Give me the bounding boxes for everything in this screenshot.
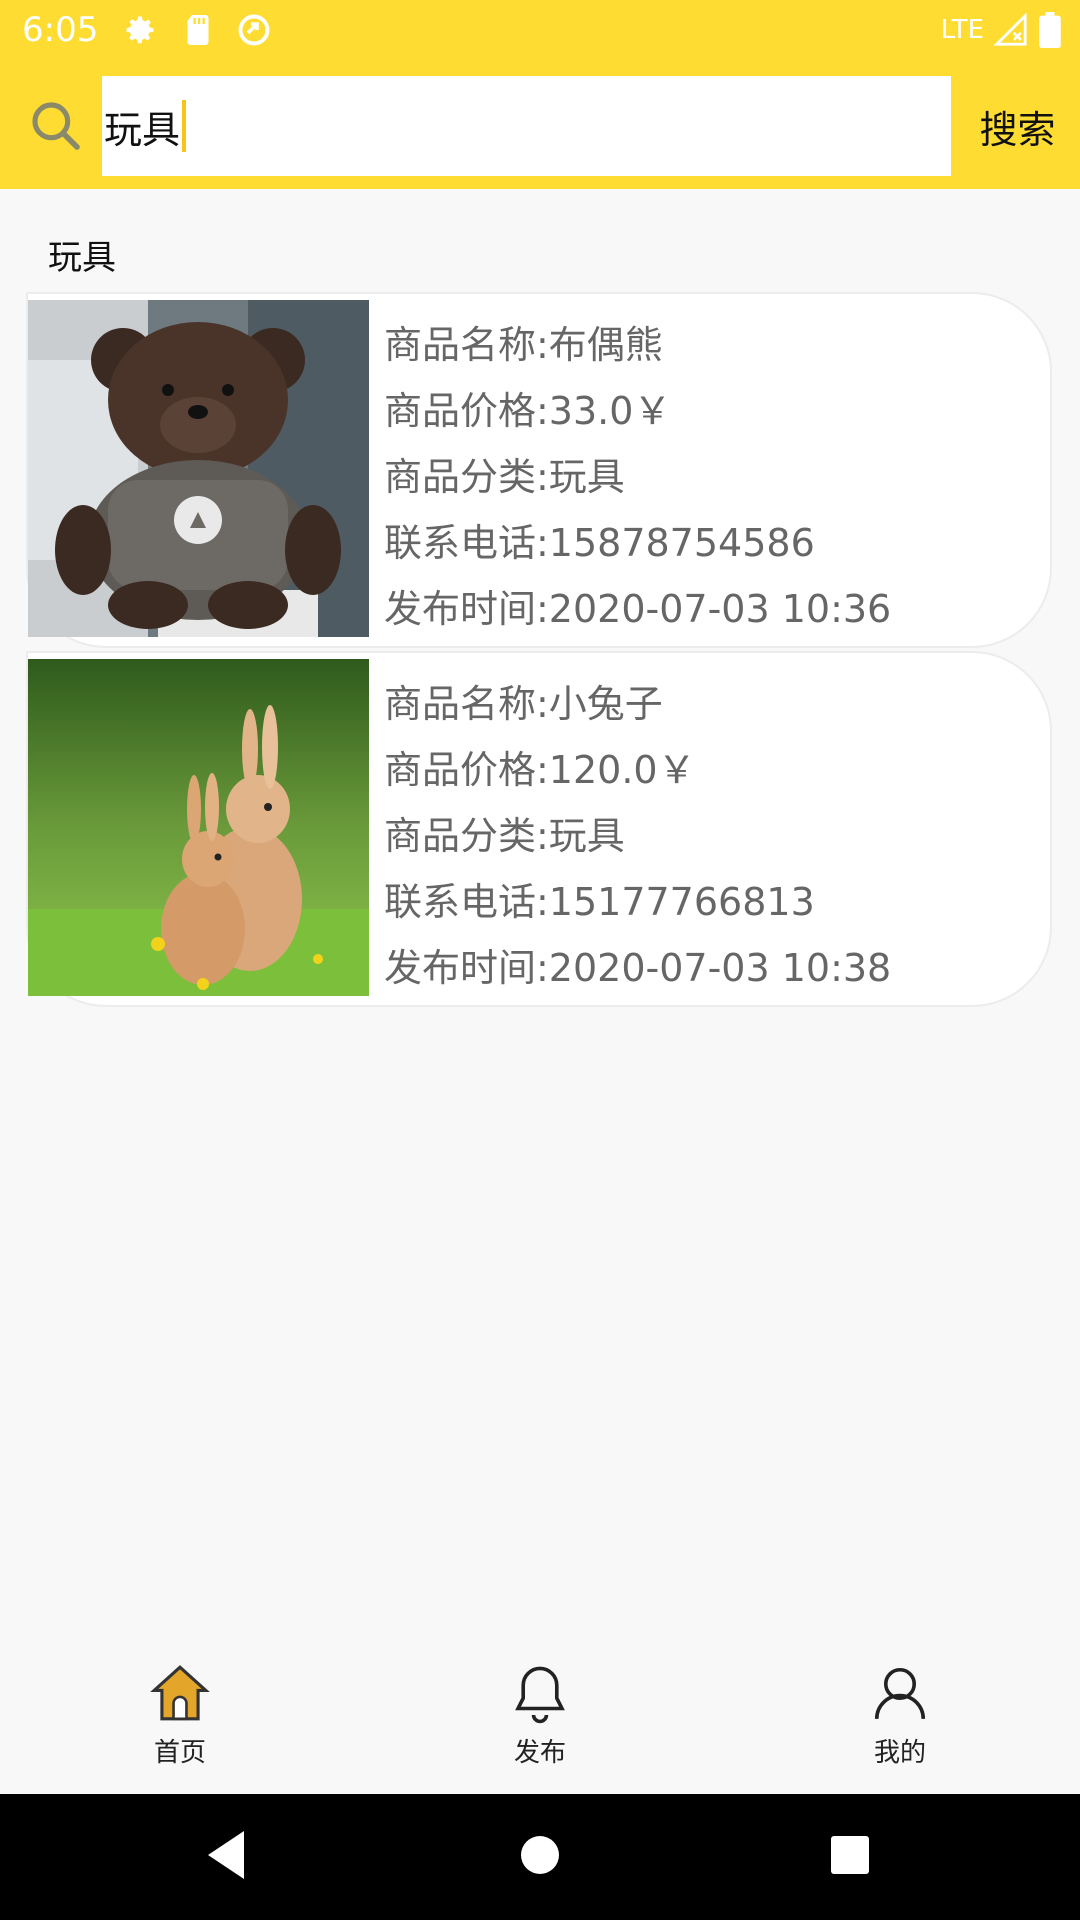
gear-icon — [126, 16, 154, 44]
product-name: 商品名称:小兔子 — [384, 682, 663, 726]
search-icon[interactable] — [28, 98, 84, 154]
recents-icon[interactable] — [828, 1827, 872, 1883]
back-icon[interactable] — [204, 1827, 248, 1883]
nav-item-publish[interactable]: 发布 — [440, 1630, 640, 1794]
product-card[interactable]: 商品名称:小兔子 商品价格:120.0￥ 商品分类:玩具 联系电话:151777… — [26, 651, 1052, 1007]
category-title: 玩具 — [48, 238, 116, 278]
product-image-teddy-bear — [28, 300, 369, 637]
product-price: 商品价格:33.0￥ — [384, 389, 672, 433]
sync-circle-icon — [238, 14, 270, 46]
product-publish-time: 发布时间:2020-07-03 10:38 — [384, 946, 892, 990]
system-navigation-bar — [0, 1794, 1080, 1920]
bell-icon — [515, 1666, 565, 1724]
product-phone: 联系电话:15878754586 — [384, 521, 815, 565]
home-circle-icon[interactable] — [518, 1827, 562, 1883]
status-right-group: LTE — [941, 10, 1062, 50]
status-time: 6:05 — [22, 10, 99, 50]
home-icon — [150, 1665, 210, 1721]
search-input-value: 玩具 — [104, 107, 181, 152]
nav-label-publish: 发布 — [513, 1738, 566, 1768]
product-name: 商品名称:布偶熊 — [384, 323, 663, 367]
status-bar: 6:05 LTE — [0, 0, 1080, 62]
text-cursor — [182, 100, 187, 152]
product-category: 商品分类:玩具 — [384, 814, 625, 858]
product-info: 商品名称:小兔子 商品价格:120.0￥ 商品分类:玩具 联系电话:151777… — [384, 671, 891, 1001]
signal-icon — [994, 13, 1027, 46]
product-publish-time: 发布时间:2020-07-03 10:36 — [384, 587, 892, 631]
nav-item-home[interactable]: 首页 — [80, 1630, 280, 1794]
nav-item-mine[interactable]: 我的 — [800, 1630, 1000, 1794]
product-image-rabbits — [28, 659, 369, 996]
person-icon — [874, 1667, 926, 1719]
search-button[interactable]: 搜索 — [955, 76, 1080, 176]
bottom-navigation: 首页 发布 我的 — [0, 1630, 1080, 1794]
product-category: 商品分类:玩具 — [384, 455, 625, 499]
battery-icon — [1039, 12, 1061, 48]
product-info: 商品名称:布偶熊 商品价格:33.0￥ 商品分类:玩具 联系电话:1587875… — [384, 312, 891, 642]
product-price: 商品价格:120.0￥ — [384, 748, 696, 792]
search-header: 玩具 搜索 — [0, 62, 1080, 189]
product-phone: 联系电话:15177766813 — [384, 880, 815, 924]
product-card[interactable]: 商品名称:布偶熊 商品价格:33.0￥ 商品分类:玩具 联系电话:1587875… — [26, 292, 1052, 648]
nav-label-mine: 我的 — [873, 1738, 926, 1768]
sd-card-icon — [187, 15, 209, 45]
nav-label-home: 首页 — [153, 1738, 206, 1768]
search-input[interactable]: 玩具 — [102, 76, 951, 176]
network-type: LTE — [940, 15, 984, 45]
